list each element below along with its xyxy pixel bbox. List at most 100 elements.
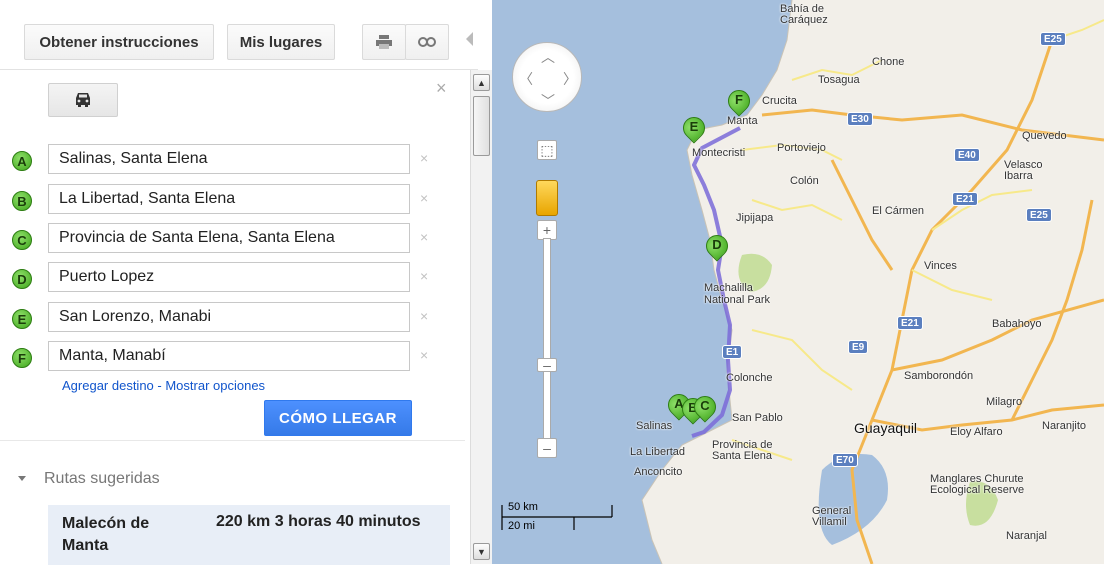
collapse-triangle-icon xyxy=(18,476,26,482)
map-label: San Pablo xyxy=(732,412,783,424)
route-item[interactable]: Malecón de Manta 220 km 3 horas 40 minut… xyxy=(48,505,450,565)
car-icon xyxy=(76,93,90,107)
print-icon xyxy=(376,35,392,49)
map-label: General Villamil xyxy=(812,505,852,528)
marker-e-icon[interactable]: E xyxy=(12,309,32,329)
print-button[interactable] xyxy=(362,24,406,60)
marker-c-icon[interactable]: C xyxy=(12,230,32,250)
map-label: Colón xyxy=(790,175,819,187)
map-label: Anconcito xyxy=(634,466,683,478)
pan-control[interactable]: ︿ 〈 〉 ﹀ xyxy=(512,42,582,112)
zoom-box-icon[interactable]: ⬚ xyxy=(537,140,557,160)
suggested-routes-label: Rutas sugeridas xyxy=(44,470,160,487)
link-button[interactable] xyxy=(405,24,449,60)
marker-f-icon[interactable]: F xyxy=(12,348,32,368)
highway-badge: E40 xyxy=(954,148,980,162)
remove-waypoint-icon[interactable]: × xyxy=(420,190,428,206)
scroll-up-icon[interactable]: ▲ xyxy=(473,74,490,91)
pan-right-icon[interactable]: 〉 xyxy=(563,69,577,89)
highway-badge: E30 xyxy=(847,112,873,126)
route-distance: 220 km xyxy=(216,513,271,530)
zoom-out-icon[interactable]: – xyxy=(537,438,557,458)
zoom-slider-track[interactable] xyxy=(543,238,551,448)
waypoint-input[interactable]: Salinas, Santa Elena xyxy=(48,144,410,174)
remove-waypoint-icon[interactable]: × xyxy=(420,347,428,363)
map-label: Salinas xyxy=(636,420,673,432)
my-places-button[interactable]: Mis lugares xyxy=(227,24,335,60)
map-pin-e-icon[interactable]: E xyxy=(678,112,710,147)
route-duration: 3 horas 40 minutos xyxy=(274,513,421,530)
map-label: Quevedo xyxy=(1022,130,1067,142)
collapse-panel-icon[interactable] xyxy=(466,32,473,46)
waypoint-links: Agregar destino - Mostrar opciones xyxy=(62,378,265,393)
marker-b-icon[interactable]: B xyxy=(12,191,32,211)
waypoint-input[interactable]: Provincia de Santa Elena, Santa Elena xyxy=(48,223,410,253)
suggested-routes-header[interactable]: Rutas sugeridas xyxy=(18,470,160,488)
map-label: Portoviejo xyxy=(777,142,826,154)
map-label: Tosagua xyxy=(818,74,860,86)
waypoint-row: D Puerto Lopez × xyxy=(12,262,442,294)
remove-waypoint-icon[interactable]: × xyxy=(420,150,428,166)
map-label: Bahía de Caráquez xyxy=(780,3,828,26)
map-label: La Libertad xyxy=(630,446,686,458)
directions-panel: × A Salinas, Santa Elena × B La Libertad… xyxy=(0,70,465,565)
waypoint-row: E San Lorenzo, Manabi × xyxy=(12,302,442,334)
map-label: Manglares Churute Ecological Reserve xyxy=(930,473,1025,496)
waypoint-input[interactable]: San Lorenzo, Manabi xyxy=(48,302,410,332)
map-label: El Cármen xyxy=(872,205,924,217)
map-label: Eloy Alfaro xyxy=(950,426,1003,438)
map-pin-d-icon[interactable]: D xyxy=(701,230,733,265)
map-label: Machalilla National Park xyxy=(704,282,771,306)
map-canvas[interactable]: ︿ 〈 〉 ﹀ ⬚ + – – Bahía de Caráquez Chone … xyxy=(492,0,1104,564)
map-label: Milagro xyxy=(986,396,1023,408)
remove-waypoint-icon[interactable]: × xyxy=(420,268,428,284)
link-icon xyxy=(418,37,436,47)
waypoint-row: B La Libertad, Santa Elena × xyxy=(12,184,442,216)
remove-waypoint-icon[interactable]: × xyxy=(420,229,428,245)
link-separator: - xyxy=(153,378,166,393)
map-pin-c-icon[interactable]: C xyxy=(689,391,721,426)
waypoint-row: C Provincia de Santa Elena, Santa Elena … xyxy=(12,223,442,255)
highway-badge: E9 xyxy=(848,340,869,354)
pegman-icon[interactable] xyxy=(536,180,558,216)
highway-badge: E25 xyxy=(1026,208,1052,222)
add-destination-link[interactable]: Agregar destino xyxy=(62,378,154,393)
pan-up-icon[interactable]: ︿ xyxy=(541,47,555,67)
map-pin-f-icon[interactable]: F xyxy=(723,85,755,120)
scroll-down-icon[interactable]: ▼ xyxy=(473,543,490,560)
waypoint-row: A Salinas, Santa Elena × xyxy=(12,144,442,176)
scale-mi-label: 20 mi xyxy=(508,520,535,532)
map-label: Vinces xyxy=(924,260,957,272)
map-label: Guayaquil xyxy=(854,420,918,436)
map-label: Colonche xyxy=(726,372,773,384)
waypoint-row: F Manta, Manabí × xyxy=(12,341,442,373)
highway-badge: E25 xyxy=(1040,32,1066,46)
get-directions-submit-button[interactable]: CÓMO LLEGAR xyxy=(264,400,412,436)
pan-down-icon[interactable]: ﹀ xyxy=(541,91,555,111)
pan-left-icon[interactable]: 〈 xyxy=(519,69,533,89)
waypoint-input[interactable]: La Libertad, Santa Elena xyxy=(48,184,410,214)
scale-km-label: 50 km xyxy=(508,501,538,513)
marker-d-icon[interactable]: D xyxy=(12,269,32,289)
marker-a-icon[interactable]: A xyxy=(12,151,32,171)
show-options-link[interactable]: Mostrar opciones xyxy=(165,378,265,393)
scroll-thumb[interactable] xyxy=(473,96,490,156)
top-toolbar: Obtener instrucciones Mis lugares xyxy=(0,0,478,70)
map-label: Jipijapa xyxy=(736,212,774,224)
panel-scrollbar[interactable]: ▲ ▼ xyxy=(470,70,493,564)
zoom-slider-handle[interactable]: – xyxy=(537,357,557,373)
section-divider xyxy=(0,440,465,441)
waypoint-input[interactable]: Puerto Lopez xyxy=(48,262,410,292)
driving-mode-button[interactable] xyxy=(48,83,118,117)
close-icon[interactable]: × xyxy=(436,78,447,99)
remove-waypoint-icon[interactable]: × xyxy=(420,308,428,324)
route-stats: 220 km 3 horas 40 minutos xyxy=(216,513,421,531)
map-label: Naranjal xyxy=(1006,530,1047,542)
waypoint-input[interactable]: Manta, Manabí xyxy=(48,341,410,371)
map-label: Babahoyo xyxy=(992,318,1042,330)
map-label: Chone xyxy=(872,56,905,68)
map-label: Provincia de Santa Elena xyxy=(712,439,773,462)
highway-badge: E70 xyxy=(832,453,858,467)
get-directions-button[interactable]: Obtener instrucciones xyxy=(24,24,214,60)
zoom-in-icon[interactable]: + xyxy=(537,220,557,240)
